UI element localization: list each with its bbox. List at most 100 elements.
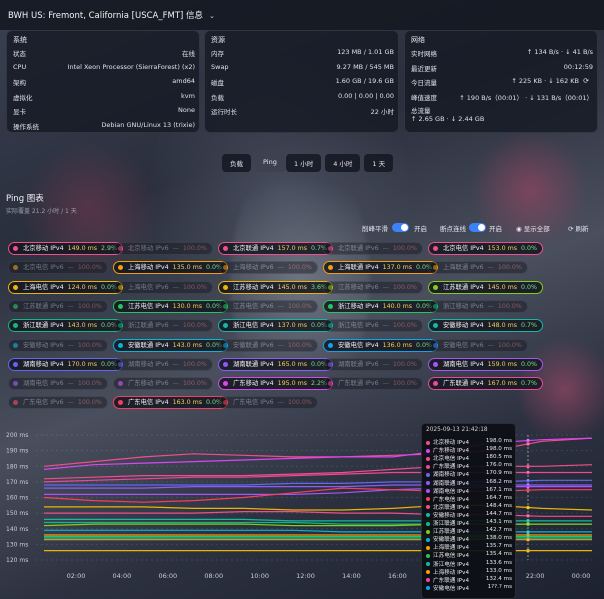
ping-chip[interactable]: 北京联通 IPv4 157.0 ms 0.7% [218,242,334,255]
ping-chip[interactable]: 广东移动 IPv6—100.0% [113,377,213,391]
system-title: 系统 [13,36,27,44]
ping-chip[interactable]: 北京电信 IPv4 153.0 ms 0.0% [428,242,544,255]
connect-label: 断点连线 [440,225,466,233]
resources-key: 运行时长 [211,108,237,116]
tab-4h[interactable]: 4 小时 [325,154,361,172]
ping-chip[interactable]: 上海联通 IPv6—100.0% [428,261,528,275]
ping-chip[interactable]: 江苏移动 IPv4 145.0 ms 3.6% [218,280,334,294]
tooltip-series: 安徽移动 IPv4 [433,512,470,519]
chip-latency: — [382,360,389,368]
chip-label: 江苏移动 IPv4 [233,283,274,291]
smooth-label: 削峰平滑 [362,225,388,233]
ping-chip[interactable]: 湖南电信 IPv6—100.0% [8,377,108,391]
ping-chip[interactable]: 广东电信 IPv6—100.0% [218,396,318,410]
ping-chip[interactable]: 湖南移动 IPv4 170.0 ms 0.0% [8,357,124,371]
chip-loss: 0.0% [521,283,538,291]
refresh-button[interactable]: ⟳ 刷新 [568,223,589,233]
series-color-dot [328,303,333,309]
network-key: 今日流量 [411,79,437,87]
ping-chip[interactable]: 江苏联通 IPv4 145.0 ms 0.0% [428,280,544,294]
show-all-button[interactable]: ◉ 显示全部 [516,223,550,233]
chip-latency: 157.0 ms [277,245,308,252]
ping-chip[interactable]: 浙江移动 IPv6—100.0% [428,299,528,313]
chip-latency: — [277,341,284,349]
ping-chip[interactable]: 北京移动 IPv4 149.0 ms 2.9% [8,242,124,255]
chevron-down-icon[interactable]: ⌄ [209,12,215,20]
chip-loss: 100.0% [497,302,522,310]
ping-chip[interactable]: 江苏电信 IPv6—100.0% [218,299,318,313]
ping-chip[interactable]: 广东电信 IPv4 163.0 ms 0.0% [113,396,229,410]
ping-chip[interactable]: 湖南联通 IPv4 165.0 ms 0.0% [218,357,334,371]
ping-chip[interactable]: 浙江电信 IPv6—100.0% [323,319,423,333]
series-color-dot [426,529,430,534]
tooltip-value: 144.7 ms [485,510,512,517]
series-color-dot [426,489,430,494]
ping-chip[interactable]: 安徽联通 IPv6—100.0% [218,338,318,352]
tooltip-value: 143.1 ms [485,519,512,525]
system-key: 操作系统 [13,122,39,131]
chip-label: 江苏电信 IPv6 [233,302,274,310]
tooltip-row: 安徽电信 IPv4 1??.? ms [426,584,512,592]
tab-ping[interactable]: Ping [255,154,285,172]
tab-load[interactable]: 负载 [222,154,251,172]
tooltip-row: 上海移动 IPv4 133.0 ms [426,568,512,576]
ping-chip[interactable]: 安徽移动 IPv6—100.0% [8,338,108,352]
tooltip-series: 安徽电信 IPv4 [433,585,470,592]
ping-chip[interactable]: 上海联通 IPv4 137.0 ms 0.0% [323,261,439,275]
system-value: amd64 [172,77,195,85]
ping-chip[interactable]: 浙江移动 IPv4 140.0 ms 0.0% [323,299,439,313]
x-tick-label: 14:00 [342,572,361,580]
connect-toggle[interactable] [469,223,486,232]
ping-chip[interactable]: 广东联通 IPv6—100.0% [323,377,423,391]
x-tick-label: 12:00 [296,572,315,580]
series-color-dot [328,246,333,251]
ping-chip[interactable]: 湖南联通 IPv6—100.0% [323,357,423,371]
ping-chip[interactable]: 上海移动 IPv4 135.0 ms 0.0% [113,261,229,275]
smooth-toggle[interactable] [392,223,409,232]
ping-chip[interactable]: 安徽移动 IPv4 148.0 ms 0.7% [428,319,544,333]
tab-1d[interactable]: 1 天 [364,154,394,172]
series-color-dot [118,323,123,329]
ping-chip[interactable]: 上海电信 IPv4 124.0 ms 0.0% [8,280,124,294]
network-value: ↑ 225 KB · ↓ 162 KB [511,77,579,85]
chip-loss: 100.0% [287,264,312,272]
ping-chip[interactable]: 浙江联通 IPv4 143.0 ms 0.0% [8,319,124,333]
ping-chip[interactable]: 上海电信 IPv6—100.0% [113,280,213,294]
tooltip-value: 198.0 ms [485,438,512,444]
ping-chip[interactable]: 广东联通 IPv4 167.0 ms 0.7% [428,377,544,391]
tooltip-row: 安徽联通 IPv4 138.0 ms [426,535,512,543]
refresh-icon[interactable]: ⟳ [583,77,589,85]
chip-latency: 135.0 ms [172,264,203,272]
ping-chip[interactable]: 浙江电信 IPv4 137.0 ms 0.0% [218,319,334,333]
chip-loss: 100.0% [77,264,102,272]
ping-chip[interactable]: 上海移动 IPv6—100.0% [218,261,318,275]
ping-chip[interactable]: 北京移动 IPv6—100.0% [113,242,213,255]
ping-chip[interactable]: 北京联通 IPv6—100.0% [323,242,423,255]
ping-chip[interactable]: 安徽电信 IPv4 136.0 ms 0.0% [323,338,439,352]
chip-label: 江苏联通 IPv4 [443,283,484,291]
chip-label: 安徽移动 IPv6 [23,341,64,349]
series-color-dot [328,342,333,348]
ping-chip[interactable]: 安徽联通 IPv4 143.0 ms 0.0% [113,338,229,352]
y-tick-label: 190 ms [6,448,28,455]
ping-chip[interactable]: 广东电信 IPv6—100.0% [8,396,108,410]
tooltip-series: 广东联通 IPv4 [433,464,470,471]
window-title[interactable]: BWH US: Fremont, California [USCA_FMT] 信… [8,9,215,21]
series-color-dot [13,265,18,271]
ping-chip[interactable]: 安徽电信 IPv6—100.0% [428,338,528,352]
ping-chip[interactable]: 北京电信 IPv6—100.0% [8,261,108,275]
chip-loss: 100.0% [182,380,207,388]
chip-latency: 130.0 ms [172,302,203,310]
ping-chip[interactable]: 广东移动 IPv4 195.0 ms 2.2% [218,377,334,391]
ping-chip[interactable]: 湖南电信 IPv4 159.0 ms 0.0% [428,357,544,371]
tooltip-series: 广东联通 IPv4 [433,577,470,584]
ping-chip[interactable]: 江苏移动 IPv6—100.0% [323,280,423,294]
ping-chip[interactable]: 浙江联通 IPv6—100.0% [113,319,213,333]
tooltip-row: 广东电信 IPv4 164.7 ms [426,495,512,503]
chip-latency: — [67,341,74,349]
ping-chip[interactable]: 湖南移动 IPv6—100.0% [113,357,213,371]
ping-chip[interactable]: 江苏电信 IPv4 130.0 ms 0.0% [113,299,229,313]
tooltip-series: 浙江联通 IPv4 [433,521,470,527]
ping-chip[interactable]: 江苏联通 IPv6—100.0% [8,299,108,313]
tab-1h[interactable]: 1 小时 [286,154,322,172]
